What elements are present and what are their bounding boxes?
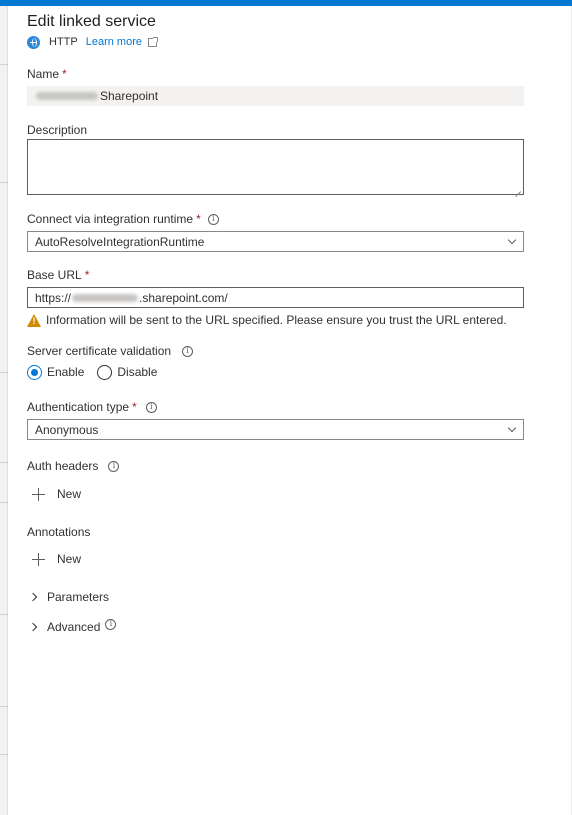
plus-icon — [32, 487, 45, 501]
auth-headers-label-text: Auth headers — [27, 459, 99, 473]
info-icon[interactable]: i — [108, 460, 120, 472]
radio-disable-label[interactable]: Disable — [117, 365, 157, 379]
radio-enable[interactable] — [27, 364, 42, 380]
redacted-text — [36, 92, 98, 100]
base-url-label: Base URL * — [27, 267, 89, 283]
chevron-right-icon — [28, 592, 38, 602]
auth-type-label-text: Authentication type — [27, 400, 130, 414]
description-textarea[interactable] — [27, 139, 524, 195]
integration-runtime-label-text: Connect via integration runtime — [27, 212, 194, 226]
base-url-label-text: Base URL — [27, 268, 82, 282]
required-asterisk: * — [62, 67, 67, 81]
name-label: Name * — [27, 66, 67, 82]
name-value: Sharepoint — [100, 89, 159, 103]
base-url-input[interactable]: https:// .sharepoint.com/ — [27, 287, 524, 308]
name-field[interactable]: Sharepoint — [27, 86, 524, 106]
top-accent-bar — [0, 0, 572, 6]
base-url-suffix: .sharepoint.com/ — [139, 290, 228, 305]
integration-runtime-value: AutoResolveIntegrationRuntime — [35, 234, 205, 249]
chevron-down-icon — [507, 235, 517, 245]
parameters-label: Parameters — [47, 590, 110, 604]
add-auth-header-label: New — [57, 487, 82, 501]
integration-runtime-label: Connect via integration runtime * i — [27, 211, 219, 227]
base-url-prefix: https:// — [35, 290, 72, 305]
info-icon[interactable]: i — [207, 213, 219, 225]
info-icon[interactable]: i — [182, 345, 194, 357]
annotations-label: Annotations — [27, 525, 91, 539]
connector-type: HTTP — [49, 36, 78, 48]
learn-more-link[interactable]: Learn more — [86, 36, 142, 48]
info-icon[interactable]: i — [145, 401, 157, 413]
panel-title: Edit linked service — [27, 13, 156, 30]
advanced-expander[interactable]: Advanced i — [28, 618, 117, 635]
auth-headers-label: Auth headers i — [27, 458, 120, 474]
cert-validation-options: Enable Disable — [27, 364, 157, 380]
left-nav-strip — [0, 6, 8, 815]
required-asterisk: * — [132, 400, 137, 414]
connector-info: HTTP Learn more — [27, 35, 158, 49]
chevron-right-icon — [28, 622, 38, 632]
name-label-text: Name — [27, 67, 60, 81]
auth-type-label: Authentication type * i — [27, 399, 157, 415]
description-label: Description — [27, 123, 88, 137]
radio-enable-label[interactable]: Enable — [47, 365, 84, 379]
add-auth-header-button[interactable]: New — [32, 486, 81, 502]
resize-handle-icon[interactable] — [514, 185, 521, 192]
advanced-label: Advanced — [47, 620, 101, 634]
auth-type-value: Anonymous — [35, 422, 99, 437]
cert-validation-label-text: Server certificate validation — [27, 344, 172, 358]
integration-runtime-select[interactable]: AutoResolveIntegrationRuntime — [27, 231, 524, 252]
redacted-text — [72, 293, 139, 302]
globe-icon — [27, 35, 40, 49]
plus-icon — [32, 552, 45, 566]
radio-disable[interactable] — [97, 364, 113, 380]
info-icon[interactable]: i — [105, 618, 117, 630]
parameters-expander[interactable]: Parameters — [28, 589, 110, 605]
auth-type-select[interactable]: Anonymous — [27, 419, 524, 440]
warning-icon: ! — [27, 313, 41, 327]
required-asterisk: * — [84, 268, 90, 282]
external-link-icon[interactable] — [148, 36, 158, 47]
chevron-down-icon — [507, 423, 517, 433]
add-annotation-label: New — [57, 552, 82, 566]
add-annotation-button[interactable]: New — [32, 551, 81, 567]
url-warning: ! Information will be sent to the URL sp… — [27, 312, 507, 328]
url-warning-text: Information will be sent to the URL spec… — [46, 313, 507, 327]
required-asterisk: * — [196, 212, 201, 226]
cert-validation-label: Server certificate validation i — [27, 343, 194, 359]
